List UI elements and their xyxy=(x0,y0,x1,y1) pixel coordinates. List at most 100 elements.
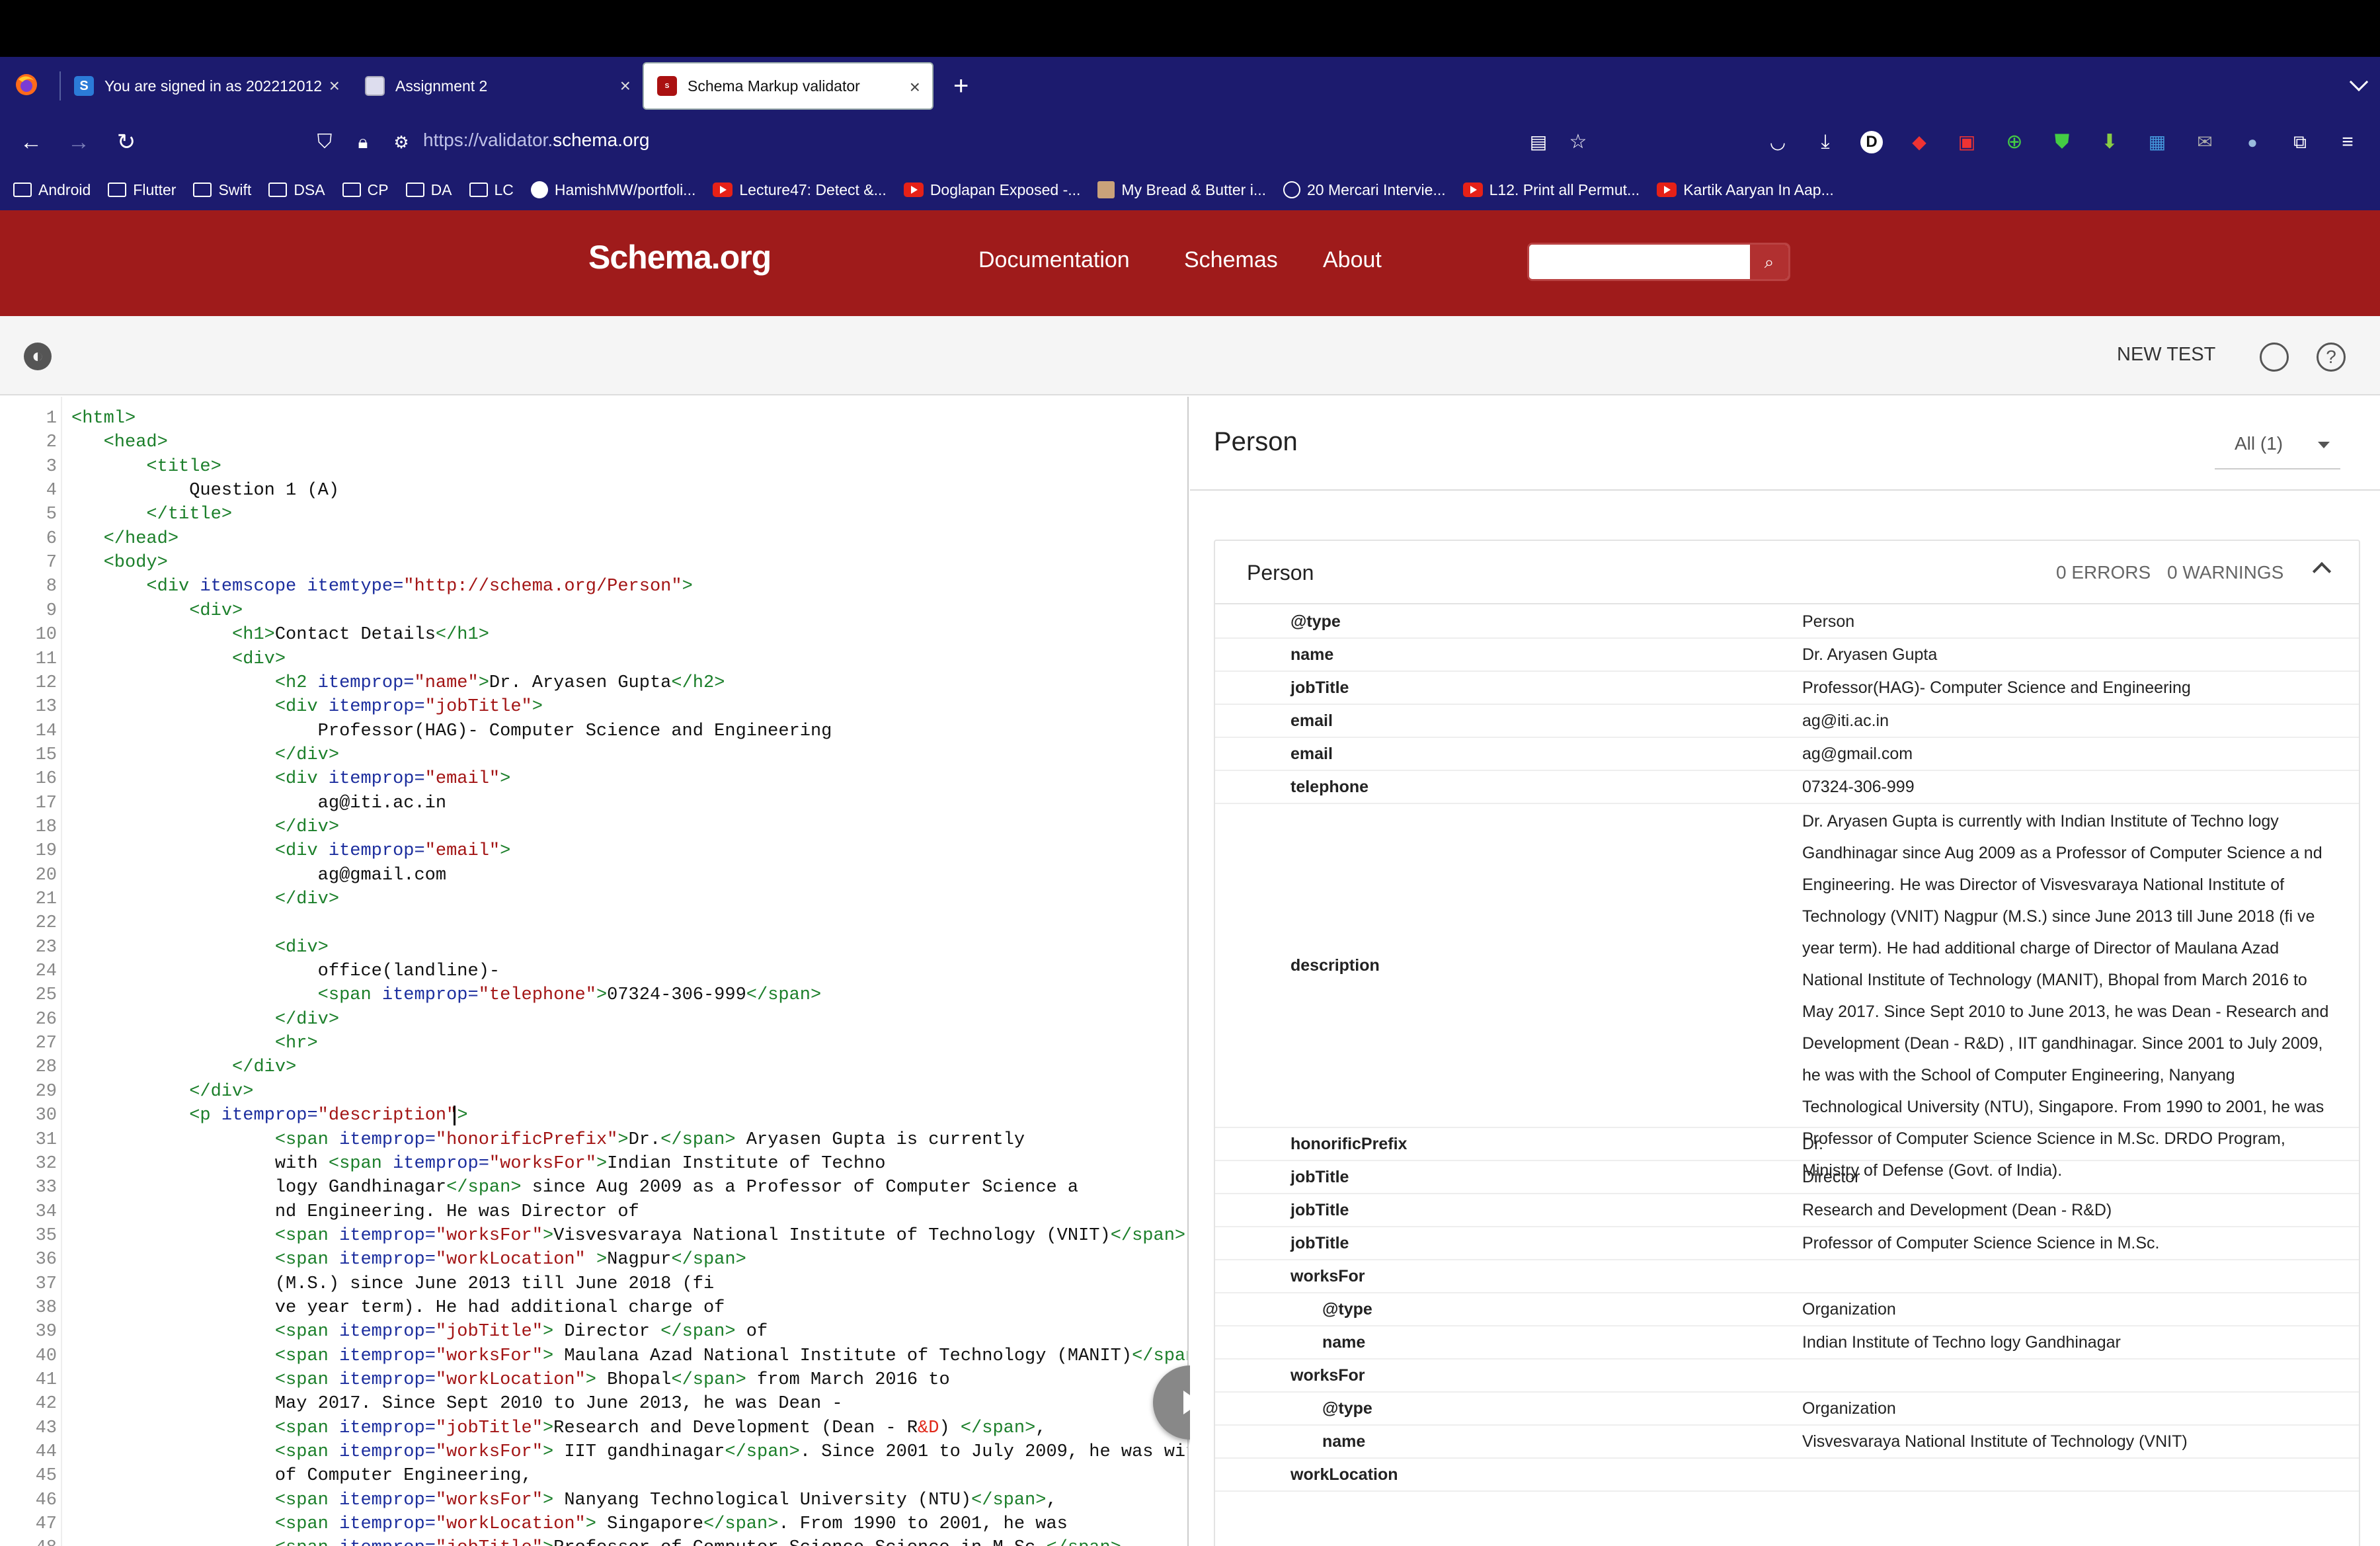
pocket-icon[interactable]: ◡ xyxy=(1761,126,1794,159)
extension-arrow-icon[interactable]: ⬇ xyxy=(2093,126,2126,159)
language-globe-icon[interactable] xyxy=(2260,343,2289,372)
code-line[interactable]: Question 1 (A) xyxy=(71,481,339,501)
menu-icon[interactable]: ≡ xyxy=(2331,126,2364,159)
bookmark-item[interactable]: CP xyxy=(342,181,389,199)
code-line[interactable]: logy Gandhinagar</span> since Aug 2009 a… xyxy=(71,1178,1078,1198)
code-line[interactable]: <title> xyxy=(71,457,221,477)
extension-ublock-icon[interactable]: ◆ xyxy=(1903,126,1936,159)
code-line[interactable]: <h2 itemprop="name">Dr. Aryasen Gupta</h… xyxy=(71,673,725,693)
tab-signed-in[interactable]: S You are signed in as 202212012 × xyxy=(61,62,352,110)
code-line[interactable]: with <span itemprop="worksFor">Indian In… xyxy=(71,1154,886,1174)
code-line[interactable]: <span itemprop="jobTitle"> Director </sp… xyxy=(71,1322,768,1342)
code-line[interactable]: <div> xyxy=(71,601,243,621)
code-line[interactable]: <span itemprop="worksFor"> Nanyang Techn… xyxy=(71,1490,1057,1510)
lock-icon[interactable]: 🔒︎ xyxy=(346,126,379,159)
code-line[interactable]: </div> xyxy=(71,1082,253,1102)
reload-icon[interactable]: ↻ xyxy=(110,126,143,159)
download-icon[interactable]: ⤓ xyxy=(1809,126,1842,159)
extension-red-square-icon[interactable]: ▣ xyxy=(1950,126,1983,159)
code-line[interactable]: office(landline)- xyxy=(71,961,500,981)
extensions-puzzle-icon[interactable]: ⧉ xyxy=(2283,126,2317,159)
bookmark-item[interactable]: DSA xyxy=(268,181,325,199)
code-line[interactable]: </head> xyxy=(71,529,178,549)
help-icon[interactable]: ? xyxy=(2317,343,2346,372)
code-line[interactable]: May 2017. Since Sept 2010 to June 2013, … xyxy=(71,1394,843,1414)
extension-d-icon[interactable]: D xyxy=(1855,126,1888,159)
code-editor[interactable]: 1 <html> 2 <head> 3 <title> 4 Question 1 (A)… xyxy=(0,397,1189,1546)
url-bar[interactable]: https://validator.schema.org xyxy=(423,130,649,151)
reader-view-icon[interactable]: ▤ xyxy=(1522,126,1555,159)
mail-icon[interactable]: ✉ xyxy=(2188,126,2221,159)
bookmark-item[interactable]: Swift xyxy=(193,181,251,199)
code-line[interactable]: </title> xyxy=(71,505,232,524)
schema-logo[interactable]: Schema.org xyxy=(588,238,772,276)
bookmark-item[interactable]: DA xyxy=(405,181,452,199)
code-line[interactable]: <head> xyxy=(71,432,168,452)
nav-about[interactable]: About xyxy=(1323,247,1382,273)
search-input[interactable] xyxy=(1529,245,1747,279)
bookmark-item[interactable]: HamishMW/portfoli... xyxy=(530,181,695,199)
code-line[interactable]: <span itemprop="worksFor">Visvesvaraya N… xyxy=(71,1226,1185,1246)
bookmark-item[interactable]: 20 Mercari Intervie... xyxy=(1283,181,1446,199)
code-line[interactable]: </div> xyxy=(71,1057,296,1077)
code-line[interactable]: <div itemprop="jobTitle"> xyxy=(71,697,543,717)
code-line[interactable]: <html> xyxy=(71,409,136,428)
code-line[interactable]: (M.S.) since June 2013 till June 2018 (f… xyxy=(71,1274,714,1294)
code-line[interactable]: <div> xyxy=(71,938,329,957)
code-line[interactable]: <span itemprop="workLocation"> Bhopal</s… xyxy=(71,1370,950,1390)
extension-circle-icon[interactable]: ● xyxy=(2236,126,2269,159)
code-line[interactable]: <span itemprop="jobTitle">Professor of C… xyxy=(71,1538,1121,1546)
extension-plus-icon[interactable]: ⊕ xyxy=(1998,126,2031,159)
code-line[interactable]: <p itemprop="description"> xyxy=(71,1106,467,1125)
code-line[interactable]: </div> xyxy=(71,889,339,909)
code-line[interactable]: </div> xyxy=(71,1010,339,1030)
shield-icon[interactable]: ⛉ xyxy=(308,126,341,159)
code-line[interactable]: <div itemprop="email"> xyxy=(71,769,510,789)
firefox-icon[interactable] xyxy=(13,71,42,101)
forward-icon[interactable]: → xyxy=(62,126,95,159)
search-icon[interactable]: ⌕ xyxy=(1750,245,1788,279)
bookmark-item[interactable]: Kartik Aaryan In Aap... xyxy=(1657,181,1834,199)
code-line[interactable]: <hr> xyxy=(71,1034,318,1053)
close-tab-icon[interactable]: × xyxy=(910,77,920,98)
bookmark-item[interactable]: Android xyxy=(13,181,91,199)
code-line[interactable]: of Computer Engineering, xyxy=(71,1466,532,1486)
code-line[interactable]: <span itemprop="workLocation"> Singapore… xyxy=(71,1514,1068,1534)
code-line[interactable]: <div itemprop="email"> xyxy=(71,841,510,861)
code-line[interactable]: <span itemprop="jobTitle">Research and D… xyxy=(71,1418,1047,1438)
bookmark-item[interactable]: Doglapan Exposed -... xyxy=(903,181,1080,199)
new-test-button[interactable]: NEW TEST xyxy=(2117,344,2215,366)
results-filter-dropdown[interactable]: All (1) xyxy=(2215,430,2340,469)
collapse-chevron-icon[interactable] xyxy=(2312,561,2332,581)
close-tab-icon[interactable]: × xyxy=(329,75,340,97)
code-line[interactable]: <div> xyxy=(71,649,286,669)
code-line[interactable]: <span itemprop="honorificPrefix">Dr.</sp… xyxy=(71,1130,1025,1150)
code-line[interactable]: <span itemprop="telephone">07324-306-999… xyxy=(71,985,822,1005)
globe-web-icon[interactable]: ◐ xyxy=(24,343,52,370)
code-line[interactable]: nd Engineering. He was Director of xyxy=(71,1202,639,1222)
code-line[interactable]: </div> xyxy=(71,817,339,837)
code-line[interactable]: <span itemprop="workLocation" >Nagpur</s… xyxy=(71,1250,746,1270)
nav-schemas[interactable]: Schemas xyxy=(1184,247,1278,273)
extension-shield-icon[interactable]: ⛊ xyxy=(2045,126,2079,159)
tab-schema-validator[interactable]: S Schema Markup validator × xyxy=(643,62,933,110)
bookmark-star-icon[interactable]: ☆ xyxy=(1562,126,1595,159)
code-line[interactable]: <body> xyxy=(71,553,168,573)
code-line[interactable]: </div> xyxy=(71,745,339,765)
bookmark-item[interactable]: Lecture47: Detect &... xyxy=(713,181,887,199)
code-line[interactable]: Professor(HAG)- Computer Science and Eng… xyxy=(71,721,832,741)
permissions-icon[interactable]: ⚙︎ xyxy=(385,126,418,159)
code-line[interactable]: <div itemscope itemtype="http://schema.o… xyxy=(71,577,692,596)
code-line[interactable]: ag@iti.ac.in xyxy=(71,793,446,813)
back-icon[interactable]: ← xyxy=(15,126,48,159)
new-tab-icon[interactable]: + xyxy=(953,71,969,101)
tab-assignment[interactable]: Assignment 2 × xyxy=(352,62,643,110)
close-tab-icon[interactable]: × xyxy=(620,75,631,97)
bookmark-item[interactable]: Flutter xyxy=(108,181,176,199)
code-line[interactable]: <span itemprop="worksFor"> Maulana Azad … xyxy=(71,1346,1187,1366)
code-line[interactable]: ve year term). He had additional charge … xyxy=(71,1298,725,1318)
nav-documentation[interactable]: Documentation xyxy=(978,247,1130,273)
code-line[interactable]: ag@gmail.com xyxy=(71,866,446,885)
bookmark-item[interactable]: My Bread & Butter i... xyxy=(1097,181,1266,199)
extension-window-icon[interactable]: ▦ xyxy=(2141,126,2174,159)
